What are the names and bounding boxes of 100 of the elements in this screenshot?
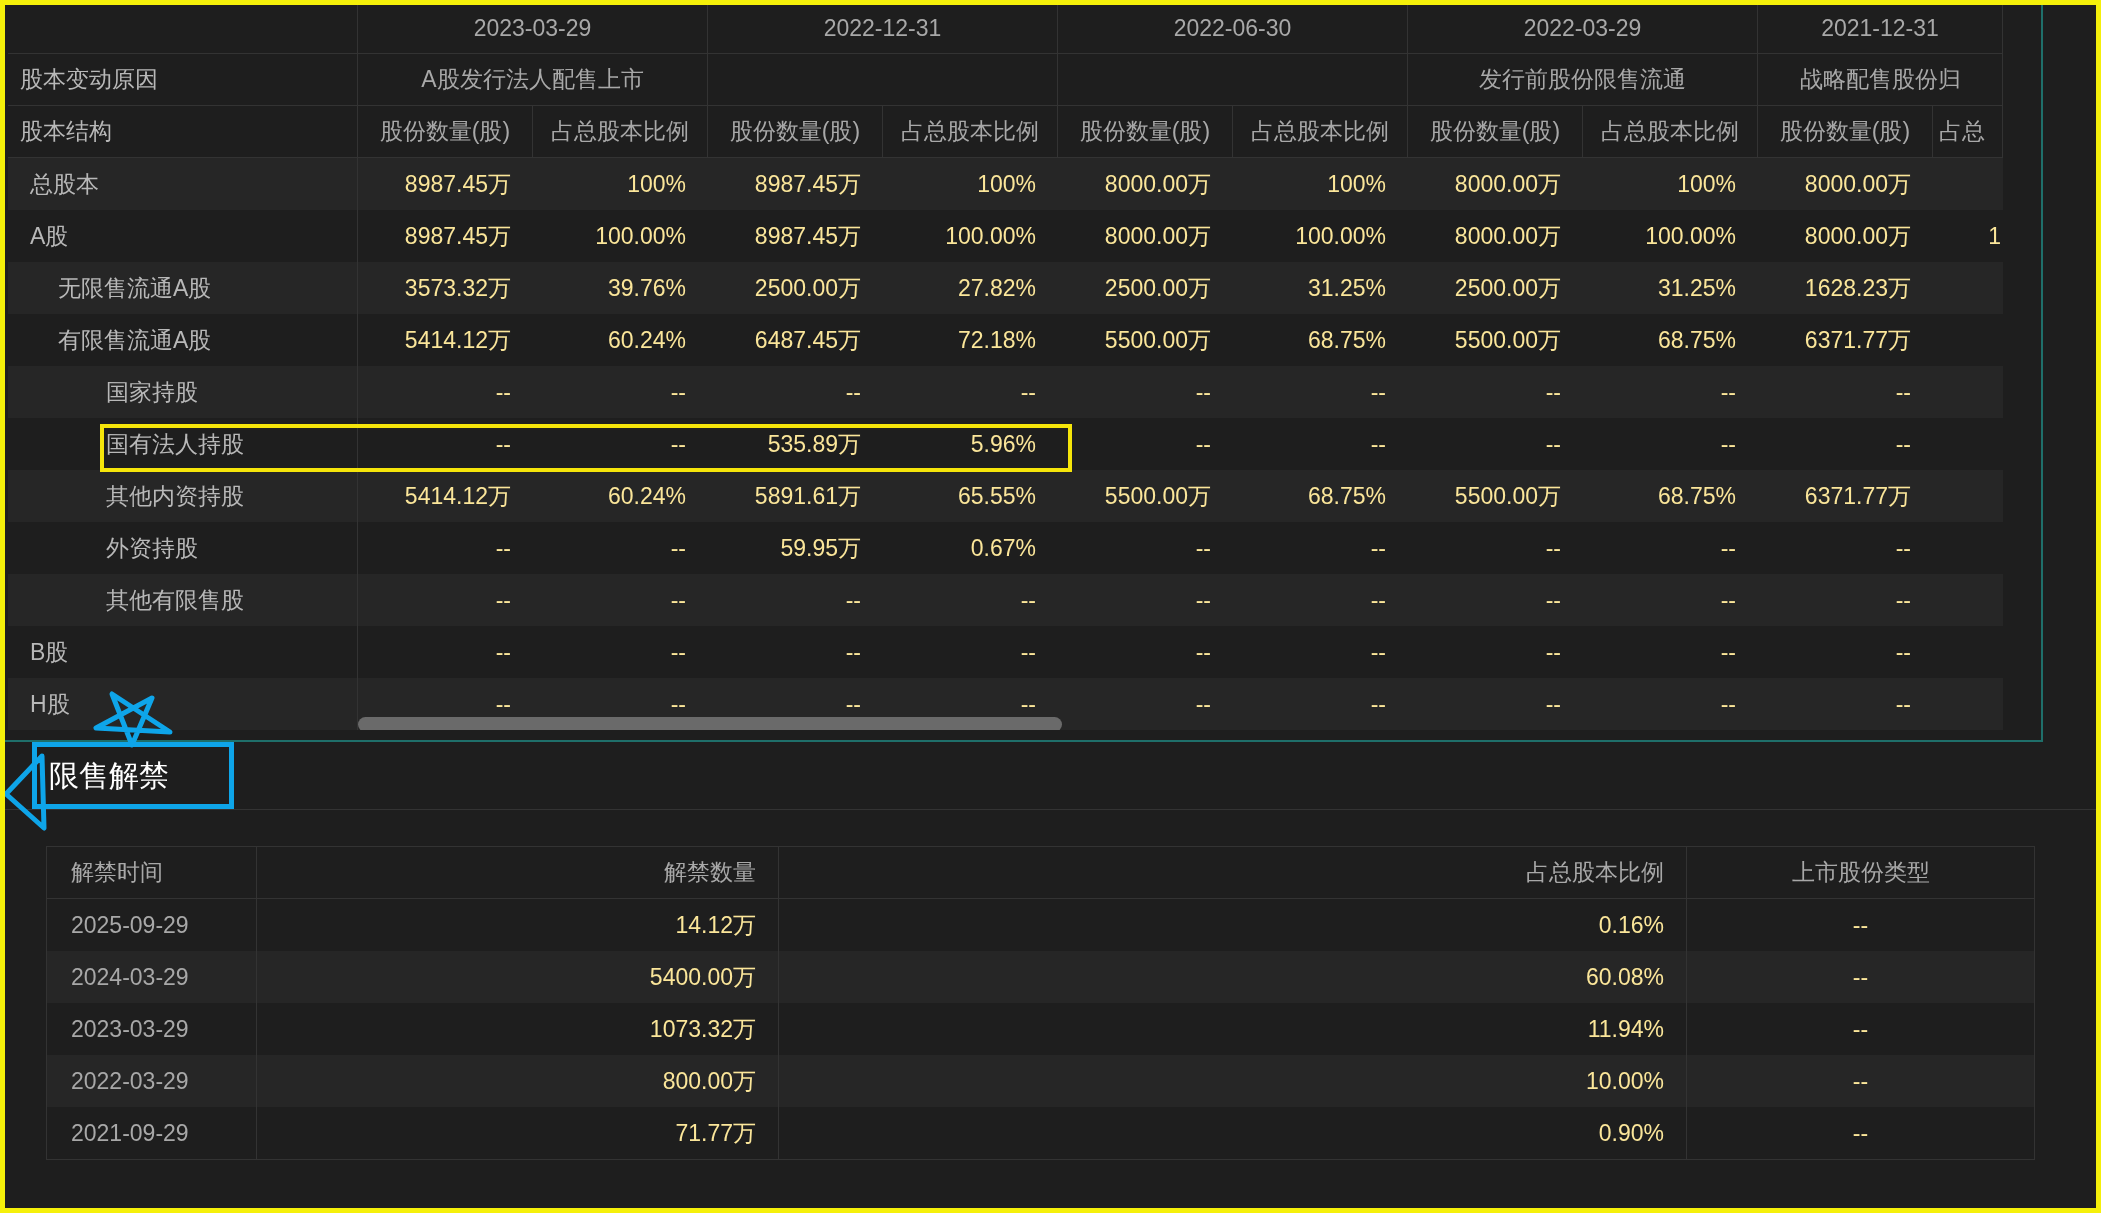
- table-cell-text: --: [1195, 429, 1211, 459]
- table-cell-text: --: [1195, 689, 1211, 719]
- scrollbar-thumb[interactable]: [358, 717, 1062, 730]
- table-cell-text: --: [1895, 637, 1911, 667]
- table-cell-text: 31.25%: [1658, 273, 1736, 303]
- section-title: 限售解禁: [32, 742, 234, 809]
- table-cell-text: 0.16%: [1598, 910, 1664, 940]
- table-cell-text: 14.12万: [675, 910, 756, 940]
- table-cell-text: --: [1852, 1118, 1869, 1148]
- column-header: 占总股本比例: [551, 117, 689, 147]
- table-cell-text: 8000.00万: [1454, 169, 1561, 199]
- table-cell-text: 8987.45万: [404, 169, 511, 199]
- table-cell-text: 1628.23万: [1804, 273, 1911, 303]
- column-header: 占总: [1939, 117, 1985, 147]
- column-group-date: 2022-06-30: [1173, 14, 1292, 44]
- table-cell-text: --: [670, 533, 686, 563]
- table-cell-text: --: [670, 377, 686, 407]
- table-cell-text: 100%: [977, 169, 1036, 199]
- table-cell-text: 65.55%: [958, 481, 1036, 511]
- table-cell-text: --: [1895, 429, 1911, 459]
- column-header: 占总股本比例: [901, 117, 1039, 147]
- table-cell-text: 31.25%: [1308, 273, 1386, 303]
- table-cell-text: --: [1370, 533, 1386, 563]
- table-cell-text: --: [495, 689, 511, 719]
- table-cell-text: --: [1020, 637, 1036, 667]
- table-cell-text: 100.00%: [945, 221, 1036, 251]
- column-header: 股份数量(股): [729, 117, 861, 147]
- table-cell-text: --: [1370, 585, 1386, 615]
- column-header: 股份数量(股): [1079, 117, 1211, 147]
- table-cell-text: 800.00万: [662, 1066, 756, 1096]
- column-header: 占总股本比例: [1526, 858, 1664, 888]
- table-cell-text: 8987.45万: [404, 221, 511, 251]
- row-header: 股本结构: [20, 117, 112, 147]
- table-cell-text: 3573.32万: [404, 273, 511, 303]
- table-cell-text: --: [1020, 377, 1036, 407]
- table-cell-text: --: [1370, 637, 1386, 667]
- row-label: 无限售流通A股: [58, 273, 212, 303]
- table-cell-text: 8987.45万: [754, 221, 861, 251]
- column-header: 股份数量(股): [379, 117, 511, 147]
- table-cell-text: 27.82%: [958, 273, 1036, 303]
- table-cell-text: 60.24%: [608, 481, 686, 511]
- table-cell-text: --: [495, 533, 511, 563]
- change-reason: 战略配售股份归: [1799, 65, 1961, 95]
- table-cell-text: 5400.00万: [649, 962, 756, 992]
- change-reason: A股发行法人配售上市: [421, 65, 644, 95]
- table-cell-text: --: [1370, 429, 1386, 459]
- table-cell-text: --: [1895, 377, 1911, 407]
- change-reason: 发行前股份限售流通: [1479, 65, 1686, 95]
- table-cell-text: 39.76%: [608, 273, 686, 303]
- table-cell-text: 6371.77万: [1804, 481, 1911, 511]
- table-cell-text: --: [670, 429, 686, 459]
- table-cell-text: 100.00%: [595, 221, 686, 251]
- table-cell-text: 6371.77万: [1804, 325, 1911, 355]
- table-cell-text: --: [1195, 377, 1211, 407]
- table-cell-text: --: [1195, 585, 1211, 615]
- table-cell-text: 8987.45万: [754, 169, 861, 199]
- table-cell-text: --: [495, 377, 511, 407]
- table-cell-text: --: [845, 585, 861, 615]
- table-cell-text: --: [1020, 689, 1036, 719]
- table-cell-text: --: [1895, 689, 1911, 719]
- column-group-date: 2021-12-31: [1821, 14, 1939, 44]
- column-header: 解禁数量: [664, 858, 756, 888]
- table-cell-text: 2500.00万: [754, 273, 861, 303]
- table-cell-text: 8000.00万: [1454, 221, 1561, 251]
- table-cell-text: 535.89万: [767, 429, 861, 459]
- table-cell-text: 68.75%: [1658, 481, 1736, 511]
- table-cell-text: 2024-03-29: [71, 962, 189, 992]
- table-cell-text: --: [1720, 533, 1736, 563]
- table-cell-text: --: [1545, 637, 1561, 667]
- table-cell-text: 5414.12万: [404, 325, 511, 355]
- table-cell-text: 60.08%: [1586, 962, 1664, 992]
- table-cell-text: 5891.61万: [754, 481, 861, 511]
- table-cell-text: 6487.45万: [754, 325, 861, 355]
- table-cell-text: 2021-09-29: [71, 1118, 189, 1148]
- table-cell-text: --: [1545, 585, 1561, 615]
- column-header: 解禁时间: [71, 858, 163, 888]
- row-header: 股本变动原因: [20, 65, 158, 95]
- table-cell-text: 100%: [1677, 169, 1736, 199]
- column-group-date: 2022-03-29: [1523, 14, 1642, 44]
- table-cell-text: --: [495, 429, 511, 459]
- table-cell-text: 5500.00万: [1454, 325, 1561, 355]
- table-cell-text: --: [1370, 377, 1386, 407]
- row-label: 国家持股: [106, 377, 198, 407]
- table-cell-text: 2023-03-29: [71, 1014, 189, 1044]
- table-cell-text: --: [845, 689, 861, 719]
- table-cell-text: 60.24%: [608, 325, 686, 355]
- table-cell-text: 2025-09-29: [71, 910, 189, 940]
- table-cell-text: 71.77万: [675, 1118, 756, 1148]
- table-cell-text: --: [1545, 429, 1561, 459]
- table-cell-text: 8000.00万: [1804, 169, 1911, 199]
- table-cell-text: --: [495, 637, 511, 667]
- row-label: B股: [30, 637, 69, 667]
- table-cell-text: --: [670, 585, 686, 615]
- table-cell-text: --: [1720, 377, 1736, 407]
- table-cell-text: --: [1852, 910, 1869, 940]
- column-group-date: 2023-03-29: [473, 14, 592, 44]
- table-cell-text: 11.94%: [1587, 1014, 1664, 1044]
- table-cell-text: 100%: [1327, 169, 1386, 199]
- column-header: 占总股本比例: [1601, 117, 1739, 147]
- table-cell-text: --: [1852, 962, 1869, 992]
